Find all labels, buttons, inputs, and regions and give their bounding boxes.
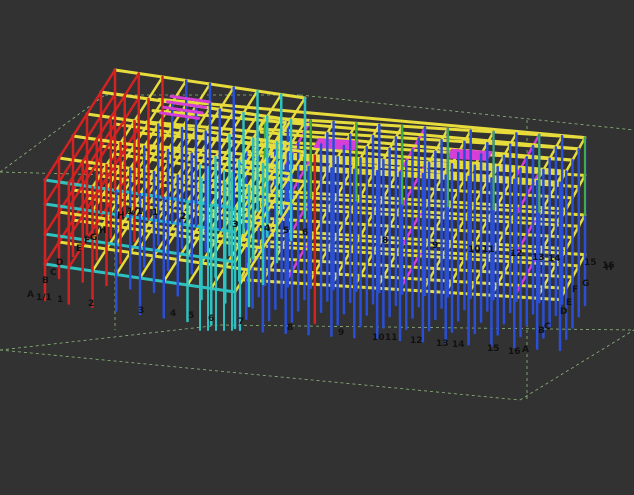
left-axis-label: D [56,258,63,268]
left-axis-label: H [99,226,107,236]
back-axis-label: 4 [264,224,270,234]
front-axis-label: 16 [508,347,521,357]
back-axis-label: 11 [482,245,495,255]
back-axis-label: 9 [432,241,438,251]
front-axis-label: 7 [238,317,244,327]
guide-line [0,349,521,401]
right-axis-label: E [566,298,572,308]
front-axis-label: A [522,345,529,355]
structural-model-canvas[interactable]: 1 23 4 5 6 78 9 10 11 12 13 14 15 16 AB CDEFGHABCDEF GHH… [0,0,634,495]
3d-model-viewport[interactable]: 1 2 3 4 5 6 7 8 9 10 11 12 13 14 15 16 A B C D E F G H A B C D E F G H H… [0,0,634,495]
front-axis-label: 2 [88,299,94,309]
back-axis-label: 10 [468,245,481,255]
right-axis-label: F [572,285,578,295]
front-axis-label: 8 [287,323,293,333]
back-axis-label: 1 [152,208,158,218]
front-axis-label: 15 [487,344,500,354]
front-axis-label: 9 [338,328,344,338]
back-axis-label: 3 [232,220,238,230]
front-axis-label: 12 [410,336,423,346]
back-axis-label: 15 [584,258,597,268]
left-axis-label: C [50,268,57,278]
back-axis-label: H [117,211,125,221]
back-axis-label: 12 [510,249,523,259]
back-axis-label: 14 [548,254,561,264]
front-axis-label: 4 [170,309,176,319]
front-axis-label: 3 [138,306,144,316]
guide-line [299,94,634,131]
left-axis-label: B [42,276,49,286]
left-axis-label: G [90,233,97,243]
back-axis-label: 13 [532,253,545,263]
front-axis-label: 13 [436,339,449,349]
front-axis-label: 1 [57,295,63,305]
front-axis-label: 11 [385,333,398,343]
back-axis-label: 1/1 [127,207,143,217]
back-axis-label: 8 [382,236,388,246]
left-axis-label: E [76,244,82,254]
left-axis-label: A [27,290,34,300]
right-axis-label: C [544,322,551,332]
back-axis-label: 2 [180,212,186,222]
back-axis-label: 16 [602,261,615,271]
guide-line [0,171,111,176]
back-axis-label: 6 [302,228,308,238]
front-axis-label: 10 [372,333,385,343]
front-axis-label: 5 [188,311,194,321]
back-axis-label: 5 [283,226,289,236]
front-axis-label: 6 [208,314,214,324]
right-axis-label: G [582,279,589,289]
front-axis-label: 14 [452,340,465,350]
misc-axis-label: 1/1 [36,293,52,303]
building-frame[interactable] [43,68,587,352]
right-axis-label: D [560,307,567,317]
guide-line [0,324,221,351]
